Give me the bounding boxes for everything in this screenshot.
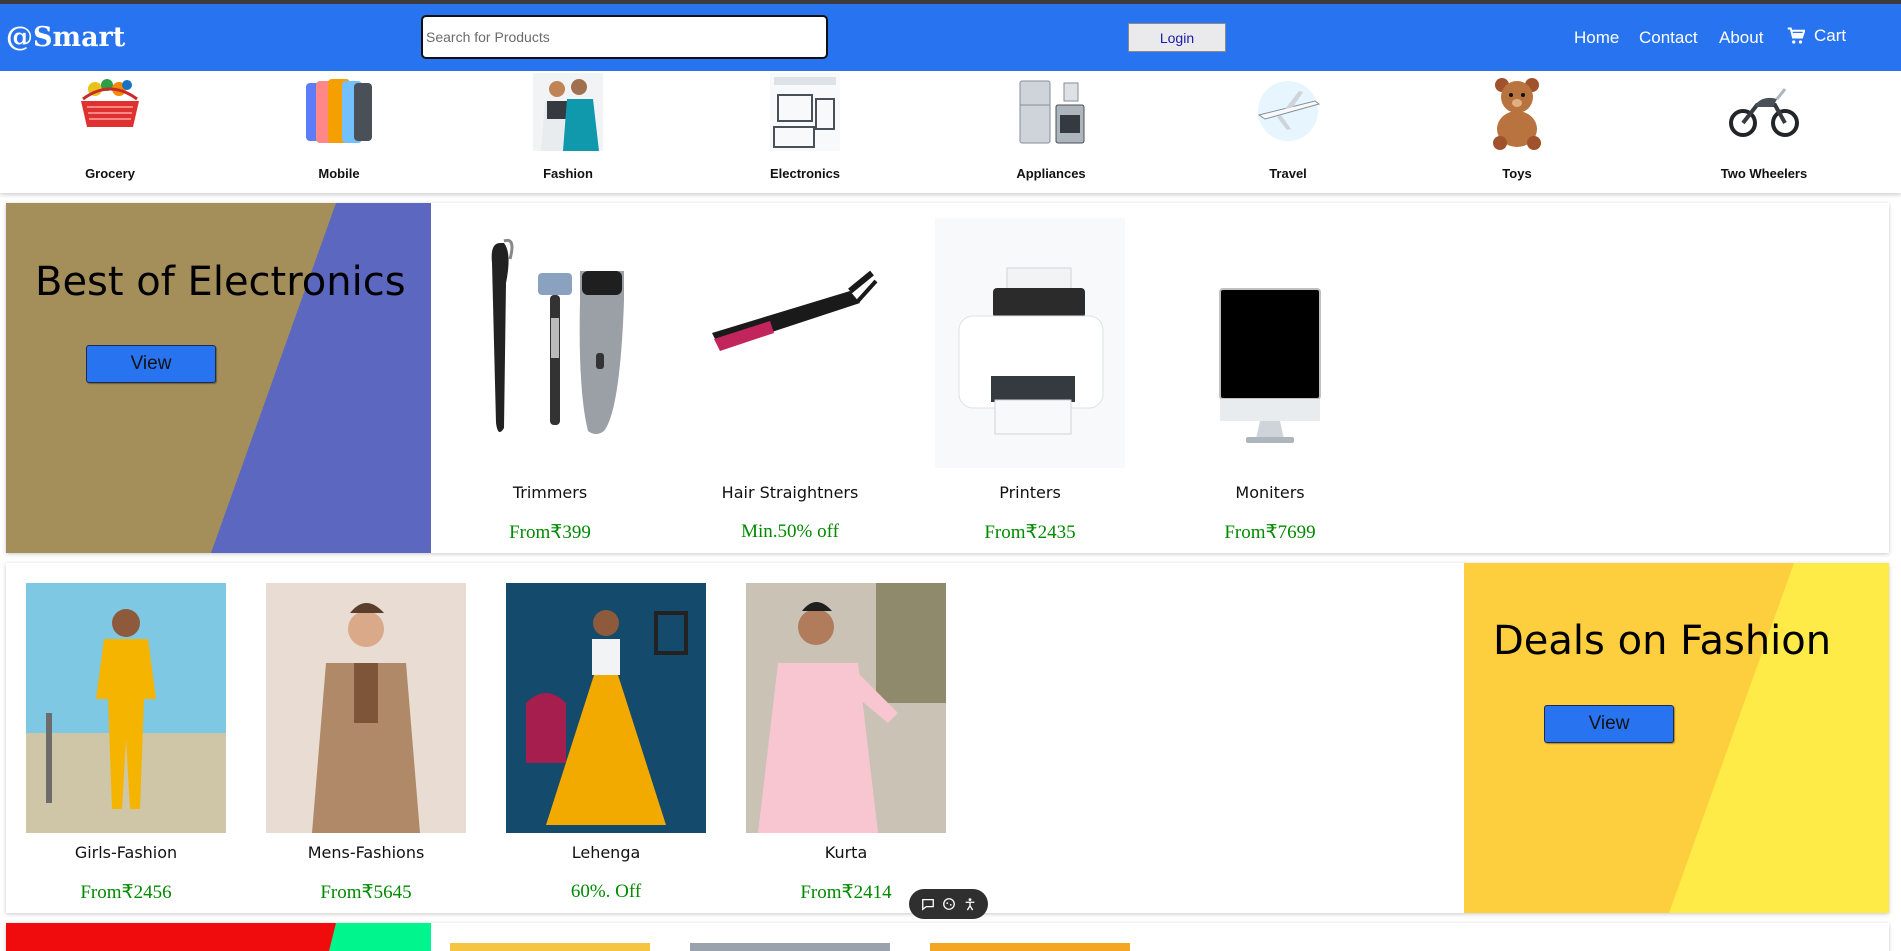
site-logo[interactable]: @Smart xyxy=(6,22,125,53)
girls-fashion-image xyxy=(26,583,226,833)
accessibility-icon[interactable] xyxy=(963,897,977,911)
product-card-lehenga[interactable]: Lehenga 60%. Off xyxy=(506,563,706,902)
product-card-hair-straightners[interactable]: Hair Straightners Min.50% off xyxy=(690,203,890,542)
electronics-view-button[interactable]: View xyxy=(86,345,216,383)
category-mobile[interactable]: Mobile xyxy=(279,71,399,181)
category-label: Grocery xyxy=(85,166,135,181)
product-price: Min.50% off xyxy=(741,521,839,542)
header-bar: @Smart Login Home Contact About Cart xyxy=(0,4,1901,71)
product-name: Hair Straightners xyxy=(721,483,859,502)
category-fashion[interactable]: Fashion xyxy=(508,71,628,181)
fashion-couple-icon xyxy=(531,71,605,151)
category-label: Appliances xyxy=(1016,166,1086,181)
category-label: Two Wheelers xyxy=(1720,166,1808,181)
motorcycle-icon xyxy=(1727,71,1801,151)
product-card-printers[interactable]: Printers From₹2435 xyxy=(930,203,1130,543)
product-card-kurta[interactable]: Kurta From₹2414 xyxy=(746,563,946,903)
product-name: Printers xyxy=(999,483,1061,502)
lehenga-image xyxy=(506,583,706,833)
product-name: Lehenga xyxy=(571,843,641,862)
mens-fashion-image xyxy=(266,583,466,833)
cookie-icon[interactable] xyxy=(942,897,956,911)
next-product-image[interactable] xyxy=(450,943,650,951)
login-button[interactable]: Login xyxy=(1128,23,1226,52)
product-card-moniters[interactable]: Moniters From₹7699 xyxy=(1170,203,1370,543)
product-card-trimmers[interactable]: Trimmers From₹399 xyxy=(450,203,650,543)
floating-toolbar xyxy=(909,889,988,919)
category-label: Mobile xyxy=(318,166,360,181)
printer-image xyxy=(935,218,1125,468)
category-grocery[interactable]: Grocery xyxy=(50,71,170,181)
teddy-bear-icon xyxy=(1480,71,1554,151)
electronics-promo-title: Best of Electronics xyxy=(35,259,406,305)
category-electronics[interactable]: Electronics xyxy=(745,71,865,181)
product-name: Kurta xyxy=(824,843,868,862)
product-price: From₹5645 xyxy=(320,882,412,903)
product-name: Mens-Fashions xyxy=(307,843,425,862)
category-label: Toys xyxy=(1502,166,1532,181)
category-toys[interactable]: Toys xyxy=(1457,71,1577,181)
category-travel[interactable]: Travel xyxy=(1228,71,1348,181)
promo-background xyxy=(1464,563,1889,913)
nav-about-link[interactable]: About xyxy=(1719,28,1763,48)
cart-icon xyxy=(1787,27,1805,44)
product-price: From₹2456 xyxy=(80,882,172,903)
product-price: From₹2435 xyxy=(984,522,1076,543)
fashion-view-button[interactable]: View xyxy=(1544,705,1674,743)
product-price: 60%. Off xyxy=(570,881,642,902)
fashion-promo-panel: Deals on Fashion View xyxy=(1464,563,1889,913)
fashion-section: Girls-Fashion From₹2456 Mens-Fashions Fr… xyxy=(6,563,1889,913)
next-product-image[interactable] xyxy=(930,943,1130,951)
promo-background xyxy=(6,203,431,553)
product-price: From₹399 xyxy=(509,522,591,543)
category-label: Fashion xyxy=(543,166,593,181)
product-name: Girls-Fashion xyxy=(74,843,178,862)
kurta-image xyxy=(746,583,946,833)
fashion-promo-title: Deals on Fashion xyxy=(1493,618,1832,664)
cart-label: Cart xyxy=(1814,26,1847,45)
nav-home-link[interactable]: Home xyxy=(1574,28,1619,48)
electronics-section: Best of Electronics View Trimmers From₹3… xyxy=(6,203,1889,553)
category-label: Travel xyxy=(1269,166,1307,181)
product-name: Moniters xyxy=(1235,483,1305,502)
next-section xyxy=(6,923,1889,951)
search-input[interactable] xyxy=(426,17,826,57)
grocery-basket-icon xyxy=(73,71,147,151)
airplane-icon xyxy=(1251,71,1325,151)
chat-icon[interactable] xyxy=(921,897,935,911)
monitor-image xyxy=(1180,223,1360,463)
product-card-girls-fashion[interactable]: Girls-Fashion From₹2456 xyxy=(26,563,226,903)
category-label: Electronics xyxy=(769,166,841,181)
product-name: Trimmers xyxy=(512,483,588,502)
nav-contact-link[interactable]: Contact xyxy=(1639,28,1698,48)
category-appliances[interactable]: Appliances xyxy=(991,71,1111,181)
hair-straightener-image xyxy=(700,223,880,463)
appliances-icon xyxy=(1014,71,1088,151)
mobile-phones-icon xyxy=(302,71,376,151)
electronics-promo-panel: Best of Electronics View xyxy=(6,203,431,553)
electronics-devices-icon xyxy=(768,71,842,151)
search-box[interactable] xyxy=(421,15,828,59)
category-strip: Grocery Mobile Fashion Electronics Appli… xyxy=(0,71,1901,193)
next-product-image[interactable] xyxy=(690,943,890,951)
next-promo-background xyxy=(6,923,431,951)
product-card-mens-fashions[interactable]: Mens-Fashions From₹5645 xyxy=(266,563,466,903)
product-price: From₹7699 xyxy=(1224,522,1316,543)
category-two-wheelers[interactable]: Two Wheelers xyxy=(1704,71,1824,181)
trimmers-image xyxy=(460,223,640,463)
cart-link[interactable]: Cart xyxy=(1787,26,1846,46)
